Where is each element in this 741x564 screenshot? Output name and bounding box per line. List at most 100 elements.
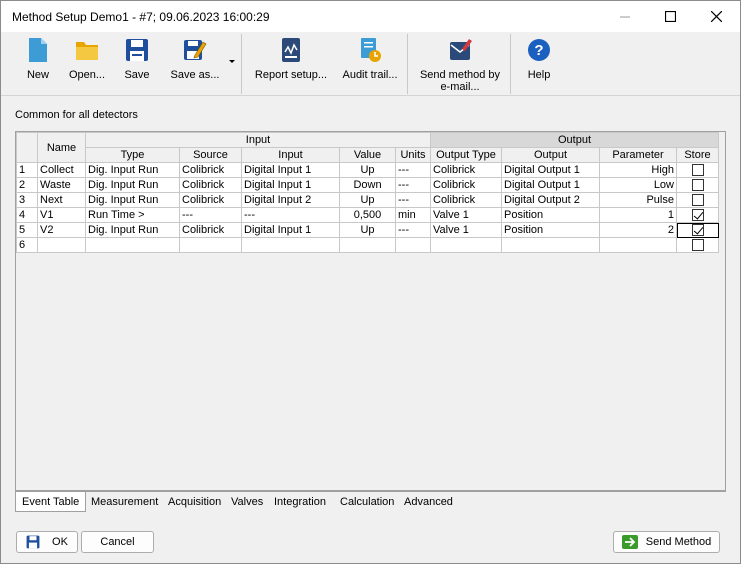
- parameter-cell[interactable]: Pulse: [599, 192, 677, 208]
- input-cell[interactable]: Digital Input 1: [241, 222, 340, 238]
- value-cell[interactable]: Up: [339, 162, 396, 178]
- row-number[interactable]: 4: [16, 207, 38, 223]
- save-as-button[interactable]: Save as...: [167, 35, 223, 93]
- source-cell[interactable]: [179, 237, 242, 253]
- store-checkbox[interactable]: [691, 179, 704, 192]
- parameter-cell[interactable]: High: [599, 162, 677, 178]
- output-type-cell[interactable]: [430, 237, 502, 253]
- value-cell[interactable]: Up: [339, 192, 396, 208]
- store-checkbox[interactable]: [691, 224, 704, 237]
- row-number[interactable]: 3: [16, 192, 38, 208]
- parameter-cell[interactable]: 2: [599, 222, 677, 238]
- table-row[interactable]: 5 V2 Dig. Input Run Colibrick Digital Input …: [16, 222, 719, 238]
- type-header[interactable]: Type: [85, 147, 180, 163]
- table-row[interactable]: 6: [16, 237, 719, 253]
- name-cell[interactable]: Waste: [37, 177, 86, 193]
- source-cell[interactable]: Colibrick: [179, 162, 242, 178]
- minimize-button[interactable]: [602, 1, 648, 32]
- store-checkbox[interactable]: [691, 239, 704, 252]
- source-cell[interactable]: ---: [179, 207, 242, 223]
- parameter-header[interactable]: Parameter: [599, 147, 677, 163]
- units-cell[interactable]: ---: [395, 177, 431, 193]
- table-row[interactable]: 3 Next Dig. Input Run Colibrick Digital Inpu…: [16, 192, 719, 208]
- type-cell[interactable]: Dig. Input Run: [85, 192, 180, 208]
- name-cell[interactable]: V1: [37, 207, 86, 223]
- type-cell[interactable]: Run Time >: [85, 207, 180, 223]
- row-number[interactable]: 2: [16, 177, 38, 193]
- store-checkbox[interactable]: [691, 194, 704, 207]
- name-header[interactable]: Name: [37, 132, 86, 163]
- units-cell[interactable]: ---: [395, 222, 431, 238]
- save-as-dropdown[interactable]: [226, 56, 238, 66]
- store-checkbox[interactable]: [691, 209, 704, 222]
- tab-valves[interactable]: Valves: [230, 492, 264, 512]
- tab-acquisition[interactable]: Acquisition: [167, 492, 222, 512]
- source-header[interactable]: Source: [179, 147, 242, 163]
- input-cell[interactable]: Digital Input 2: [241, 192, 340, 208]
- parameter-cell[interactable]: [599, 237, 677, 253]
- audit-trail-button[interactable]: Audit trail...: [340, 35, 400, 93]
- output-cell[interactable]: Digital Output 2: [501, 192, 600, 208]
- name-cell[interactable]: V2: [37, 222, 86, 238]
- tab-event-table[interactable]: Event Table: [15, 492, 87, 512]
- source-cell[interactable]: Colibrick: [179, 192, 242, 208]
- output-type-cell[interactable]: Colibrick: [430, 192, 502, 208]
- output-cell[interactable]: [501, 237, 600, 253]
- name-cell[interactable]: Collect: [37, 162, 86, 178]
- maximize-button[interactable]: [647, 1, 693, 32]
- output-cell[interactable]: Position: [501, 222, 600, 238]
- value-cell[interactable]: Down: [339, 177, 396, 193]
- output-type-cell[interactable]: Colibrick: [430, 177, 502, 193]
- help-button[interactable]: ? Help: [519, 35, 559, 93]
- store-header[interactable]: Store: [676, 147, 719, 163]
- output-type-cell[interactable]: Valve 1: [430, 222, 502, 238]
- new-button[interactable]: New: [18, 35, 58, 93]
- tab-integration[interactable]: Integration: [273, 492, 327, 512]
- send-method-button[interactable]: Send Method: [613, 531, 720, 553]
- name-cell[interactable]: Next: [37, 192, 86, 208]
- store-checkbox[interactable]: [691, 164, 704, 177]
- value-cell[interactable]: Up: [339, 222, 396, 238]
- value-cell[interactable]: 0,500: [339, 207, 396, 223]
- close-button[interactable]: [693, 1, 739, 32]
- tab-calculation[interactable]: Calculation: [339, 492, 395, 512]
- row-number[interactable]: 5: [16, 222, 38, 238]
- input-cell[interactable]: [241, 237, 340, 253]
- table-row[interactable]: 1 Collect Dig. Input Run Colibrick Digital I…: [16, 162, 719, 178]
- units-cell[interactable]: ---: [395, 162, 431, 178]
- units-header[interactable]: Units: [395, 147, 431, 163]
- output-type-cell[interactable]: Colibrick: [430, 162, 502, 178]
- name-cell[interactable]: [37, 237, 86, 253]
- parameter-cell[interactable]: Low: [599, 177, 677, 193]
- input-header[interactable]: Input: [241, 147, 340, 163]
- output-cell[interactable]: Digital Output 1: [501, 162, 600, 178]
- type-cell[interactable]: Dig. Input Run: [85, 222, 180, 238]
- value-header[interactable]: Value: [339, 147, 396, 163]
- save-button[interactable]: Save: [117, 35, 157, 93]
- ok-button[interactable]: OK: [16, 531, 78, 553]
- report-setup-button[interactable]: Report setup...: [252, 35, 330, 93]
- table-row[interactable]: 4 V1 Run Time > --- --- 0,500 min Valve 1 Positi…: [16, 207, 719, 223]
- open-button[interactable]: Open...: [65, 35, 109, 93]
- parameter-cell[interactable]: 1: [599, 207, 677, 223]
- type-cell[interactable]: Dig. Input Run: [85, 162, 180, 178]
- output-type-cell[interactable]: Valve 1: [430, 207, 502, 223]
- output-cell[interactable]: Digital Output 1: [501, 177, 600, 193]
- output-header[interactable]: Output: [501, 147, 600, 163]
- row-number[interactable]: 6: [16, 237, 38, 253]
- tab-advanced[interactable]: Advanced: [403, 492, 454, 512]
- units-cell[interactable]: [395, 237, 431, 253]
- cancel-button[interactable]: Cancel: [81, 531, 154, 553]
- send-method-email-button[interactable]: Send method by e-mail...: [416, 35, 504, 93]
- units-cell[interactable]: ---: [395, 192, 431, 208]
- source-cell[interactable]: Colibrick: [179, 177, 242, 193]
- input-cell[interactable]: Digital Input 1: [241, 177, 340, 193]
- row-number[interactable]: 1: [16, 162, 38, 178]
- value-cell[interactable]: [339, 237, 396, 253]
- type-cell[interactable]: Dig. Input Run: [85, 177, 180, 193]
- input-cell[interactable]: ---: [241, 207, 340, 223]
- source-cell[interactable]: Colibrick: [179, 222, 242, 238]
- table-row[interactable]: 2 Waste Dig. Input Run Colibrick Digital Inp…: [16, 177, 719, 193]
- output-type-header[interactable]: Output Type: [430, 147, 502, 163]
- units-cell[interactable]: min: [395, 207, 431, 223]
